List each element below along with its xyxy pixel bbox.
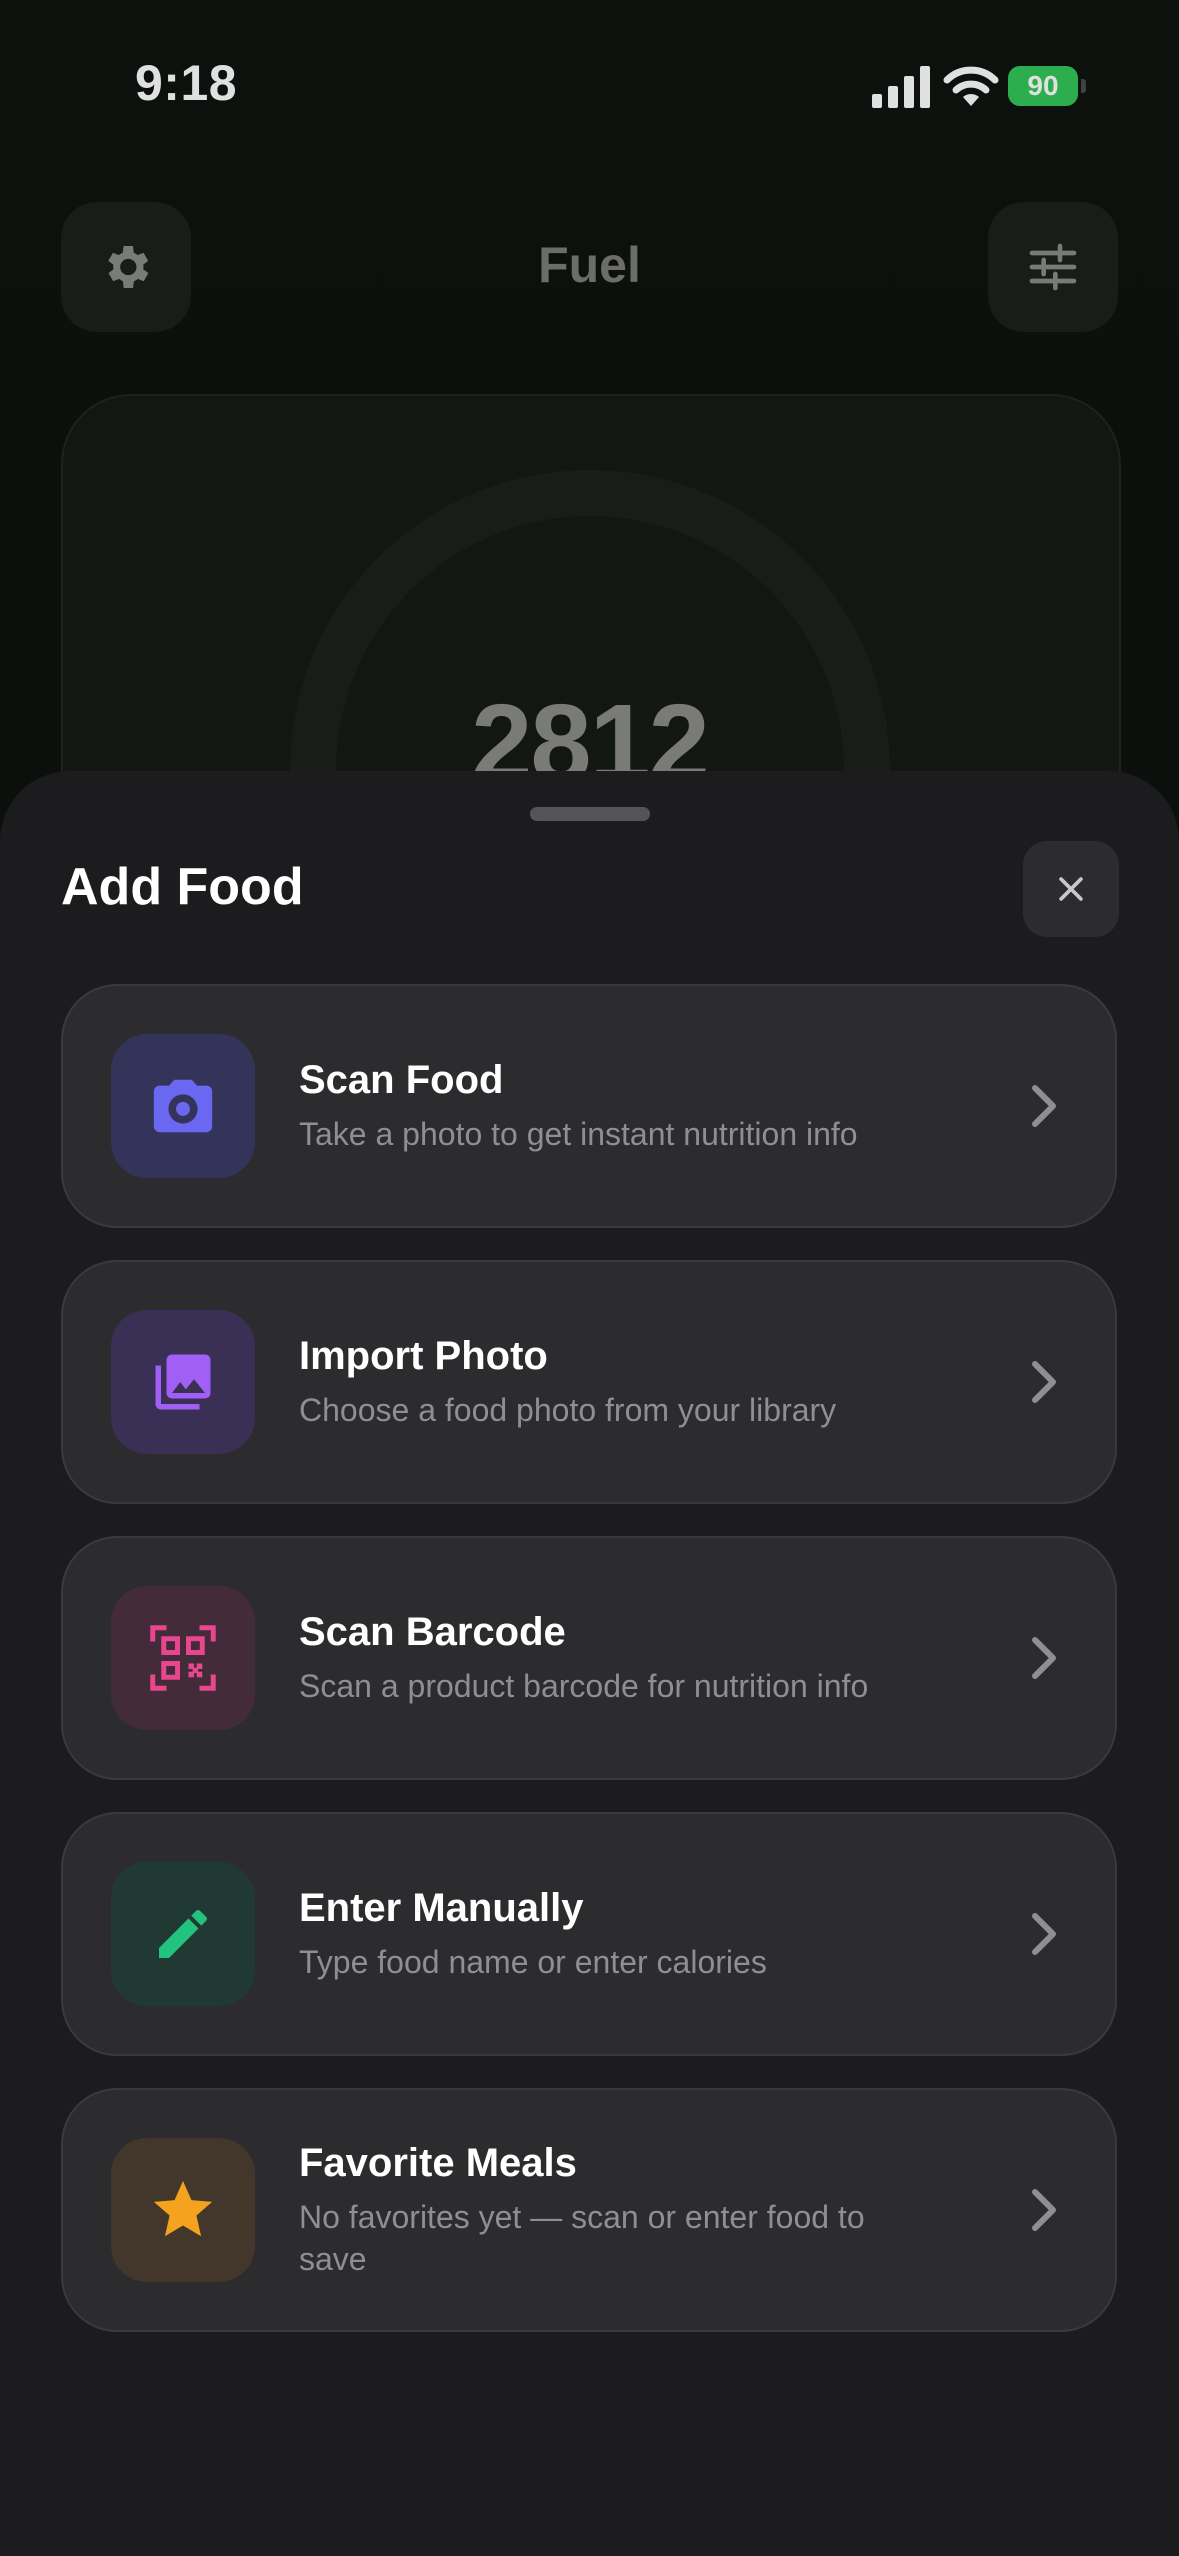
chevron-right-icon	[1032, 1361, 1056, 1403]
option-title: Enter Manually	[299, 1885, 584, 1930]
option-description: Take a photo to get instant nutrition in…	[299, 1115, 858, 1152]
chevron-right-icon	[1032, 1913, 1056, 1955]
pencil-icon	[159, 1909, 207, 1958]
favorite-meals-icon-tile	[111, 2138, 255, 2282]
chevron-right-icon	[1032, 1637, 1056, 1679]
close-icon	[1059, 877, 1083, 901]
star-icon	[153, 2180, 213, 2237]
sheet-title: Add Food	[61, 858, 304, 916]
scan-barcode-icon-tile	[111, 1586, 255, 1730]
enter-manually-text: Enter Manually Type food name or enter c…	[299, 1814, 939, 2054]
enter-manually-icon-tile	[111, 1862, 255, 2006]
scan-food-option[interactable]: Scan Food Take a photo to get instant nu…	[61, 984, 1117, 1228]
photo-library-icon	[155, 1354, 211, 1410]
favorite-meals-text: Favorite Meals No favorites yet — scan o…	[299, 2090, 939, 2330]
import-photo-option[interactable]: Import Photo Choose a food photo from yo…	[61, 1260, 1117, 1504]
close-button[interactable]	[1023, 841, 1119, 937]
option-description: Choose a food photo from your library	[299, 1391, 837, 1428]
qr-code-icon	[150, 1625, 216, 1691]
chevron-right-icon	[1032, 1085, 1056, 1127]
option-title: Scan Food	[299, 1057, 504, 1102]
option-description: Scan a product barcode for nutrition inf…	[299, 1667, 869, 1704]
option-title: Favorite Meals	[299, 2140, 577, 2185]
import-photo-text: Import Photo Choose a food photo from yo…	[299, 1262, 939, 1502]
option-description: No favorites yet — scan or enter food to…	[299, 2198, 865, 2277]
scan-food-text: Scan Food Take a photo to get instant nu…	[299, 986, 939, 1226]
scan-barcode-option[interactable]: Scan Barcode Scan a product barcode for …	[61, 1536, 1117, 1780]
sheet-grabber[interactable]	[530, 807, 650, 821]
option-description: Type food name or enter calories	[299, 1943, 767, 1980]
favorite-meals-option[interactable]: Favorite Meals No favorites yet — scan o…	[61, 2088, 1117, 2332]
enter-manually-option[interactable]: Enter Manually Type food name or enter c…	[61, 1812, 1117, 2056]
import-photo-icon-tile	[111, 1310, 255, 1454]
scan-barcode-text: Scan Barcode Scan a product barcode for …	[299, 1538, 939, 1778]
add-food-sheet: Add Food Scan Food Take a photo to get i…	[0, 771, 1179, 2556]
chevron-right-icon	[1032, 2189, 1056, 2231]
option-title: Scan Barcode	[299, 1609, 566, 1654]
option-title: Import Photo	[299, 1333, 548, 1378]
camera-icon	[153, 1079, 213, 1133]
scan-food-icon-tile	[111, 1034, 255, 1178]
